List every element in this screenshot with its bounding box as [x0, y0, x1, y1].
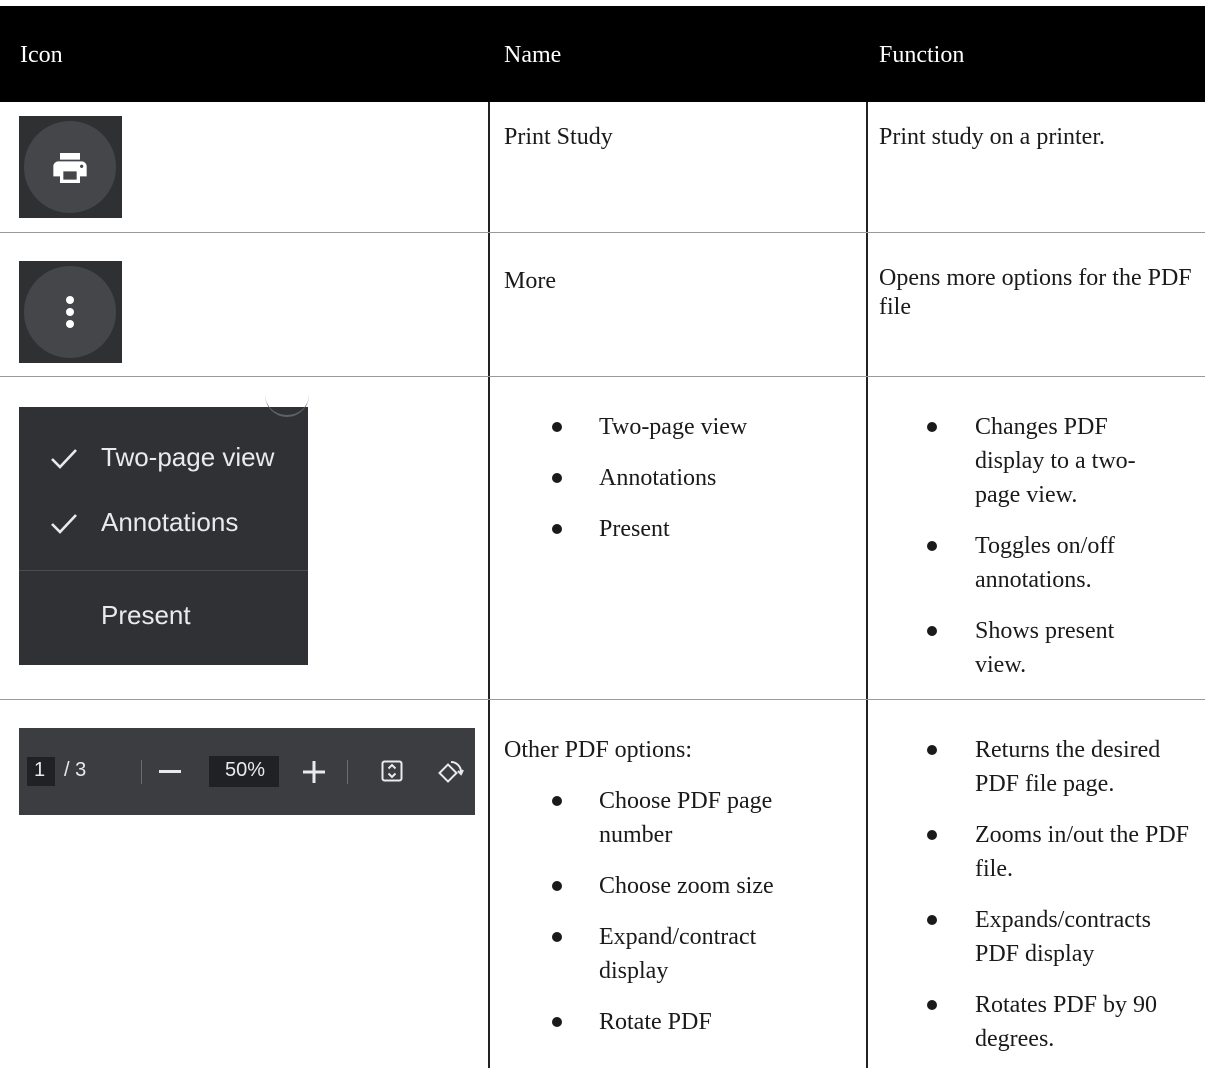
- print-button-screenshot: [19, 116, 122, 218]
- row-more-function: Opens more options for the PDF file: [879, 265, 1192, 320]
- row-more-name: More: [504, 268, 556, 294]
- list-item: Returns the desired PDF file page.: [927, 733, 1197, 801]
- page-number-total: / 3: [64, 759, 87, 781]
- list-item: Rotates PDF by 90 degrees.: [927, 988, 1197, 1056]
- row-divider: [0, 376, 1205, 377]
- more-button-screenshot: [19, 261, 122, 363]
- row-print-function: Print study on a printer.: [879, 124, 1105, 150]
- more-vertical-icon: [66, 296, 74, 328]
- list-item: Two-page view: [552, 410, 852, 444]
- row-toolbar-functions: Returns the desired PDF file page. Zooms…: [927, 733, 1197, 1056]
- row-toolbar-names: Choose PDF page number Choose zoom size …: [552, 784, 812, 1039]
- row-toolbar-name-intro: Other PDF options:: [504, 737, 693, 763]
- print-icon: [53, 153, 87, 183]
- icon-reference-table: Icon Name Function Print Study Print stu…: [0, 0, 1205, 1068]
- list-item: Choose PDF page number: [552, 784, 812, 852]
- list-item: Expands/contracts PDF display: [927, 903, 1197, 971]
- row-divider: [0, 232, 1205, 233]
- pdf-toolbar-screenshot: 1 / 3 50%: [19, 728, 475, 815]
- list-item: Annotations: [552, 461, 852, 495]
- list-item: Expand/contract display: [552, 920, 812, 988]
- rotate-icon: [438, 761, 464, 783]
- list-item: Toggles on/off annotations.: [927, 529, 1167, 597]
- check-icon: [51, 514, 77, 534]
- header-icon: Icon: [20, 42, 63, 68]
- row-divider: [0, 699, 1205, 700]
- list-item: Rotate PDF: [552, 1005, 812, 1039]
- row-menu-functions: Changes PDF display to a two-page view. …: [927, 410, 1167, 682]
- list-item: Changes PDF display to a two-page view.: [927, 410, 1167, 512]
- menu-item-present: Present: [101, 600, 191, 630]
- zoom-out-icon: [159, 770, 181, 773]
- row-menu-names: Two-page view Annotations Present: [552, 410, 852, 546]
- list-item: Zooms in/out the PDF file.: [927, 818, 1197, 886]
- column-divider: [488, 102, 490, 1068]
- more-menu-screenshot: Two-page view Annotations Present: [19, 407, 309, 665]
- menu-item-two-page-view: Two-page view: [101, 442, 275, 472]
- header-function: Function: [879, 42, 965, 68]
- zoom-level: 50%: [225, 759, 266, 781]
- column-divider: [866, 102, 868, 1068]
- list-item: Choose zoom size: [552, 869, 812, 903]
- zoom-in-icon: [303, 761, 325, 783]
- list-item: Present: [552, 512, 852, 546]
- list-item: Shows present view.: [927, 614, 1167, 682]
- fit-page-icon: [381, 760, 403, 782]
- check-icon: [51, 449, 77, 469]
- menu-item-annotations: Annotations: [101, 507, 239, 537]
- header-name: Name: [504, 42, 562, 68]
- page-number-current: 1: [34, 759, 46, 781]
- table-header: Icon Name Function: [0, 6, 1205, 102]
- row-print-name: Print Study: [504, 124, 613, 150]
